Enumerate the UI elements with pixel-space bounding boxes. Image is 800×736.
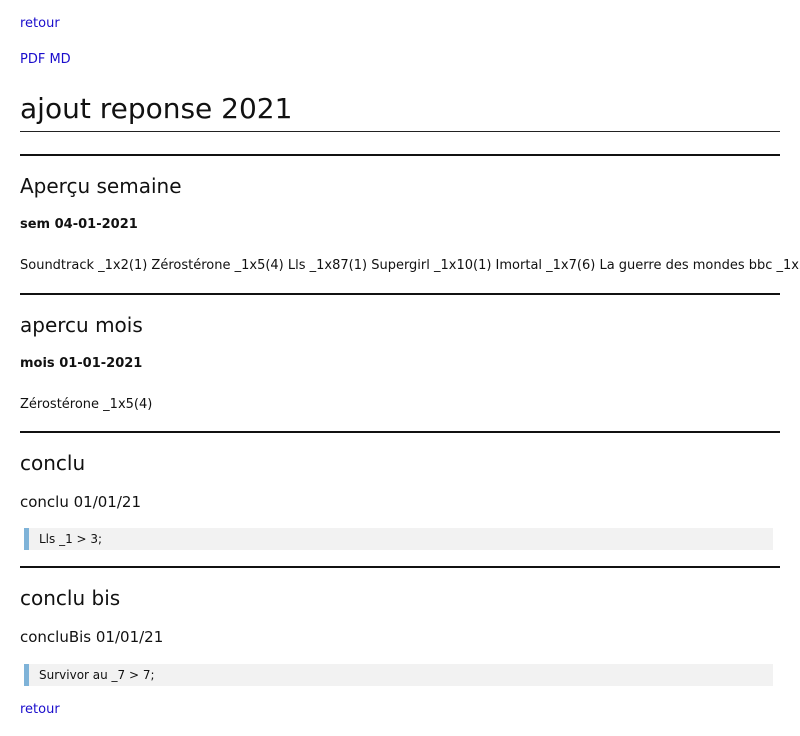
week-subheading: sem 04-01-2021 [20,217,138,232]
pdf-md-link[interactable]: PDF MD [20,52,71,67]
week-section-heading: Aperçu semaine [20,174,182,198]
section-divider [20,293,780,295]
section-divider [20,431,780,433]
conclu-bis-section-heading: conclu bis [20,586,121,610]
month-subheading: mois 01-01-2021 [20,356,143,371]
page-title: ajout reponse 2021 [20,89,780,132]
section-divider [20,154,780,156]
conclu-date-line: conclu 01/01/21 [20,493,141,511]
conclu-bis-date-line: concluBis 01/01/21 [20,628,164,646]
conclu-section-heading: conclu [20,451,86,475]
conclu-blockquote: Lls _1 > 3; [24,528,773,550]
section-divider [20,566,780,568]
back-link-bottom[interactable]: retour [20,702,60,717]
month-content: Zérostérone _1x5(4) [20,397,153,412]
back-link-top[interactable]: retour [20,16,60,31]
month-section-heading: apercu mois [20,313,143,337]
conclu-bis-blockquote: Survivor au _7 > 7; [24,664,773,686]
week-content: Soundtrack _1x2(1) Zérostérone _1x5(4) L… [20,258,800,273]
